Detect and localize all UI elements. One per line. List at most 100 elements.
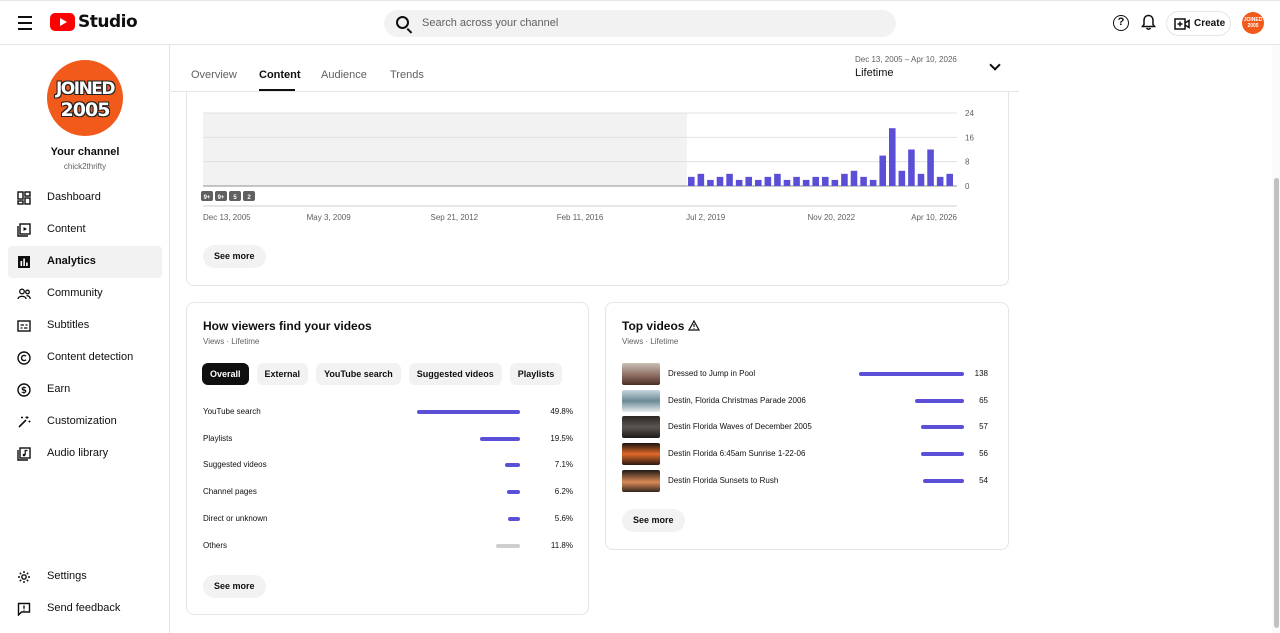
- channel-avatar[interactable]: JOINED 2005: [47, 60, 123, 136]
- video-thumbnail[interactable]: [622, 363, 660, 385]
- see-more-button[interactable]: See more: [203, 245, 266, 268]
- chip-external[interactable]: External: [256, 363, 309, 385]
- search-input[interactable]: Search across your channel: [422, 17, 558, 29]
- see-more-button[interactable]: See more: [203, 575, 266, 598]
- x-tick-label: Jul 2, 2019: [686, 213, 726, 222]
- traffic-source-percent: 6.2%: [554, 487, 573, 497]
- sidebar-item-dashboard[interactable]: Dashboard: [8, 182, 162, 214]
- sidebar-item-audio-library[interactable]: Audio library: [8, 438, 162, 470]
- chip-overall[interactable]: Overall: [202, 363, 249, 385]
- chart-bar: [841, 173, 848, 186]
- create-button[interactable]: Create: [1166, 11, 1231, 36]
- card-subtitle: Views · Lifetime: [622, 337, 679, 346]
- scrollbar-thumb[interactable]: [1274, 178, 1279, 628]
- chart-bar: [755, 179, 762, 186]
- date-range-text[interactable]: Dec 13, 2005 – Apr 10, 2026: [855, 55, 957, 64]
- traffic-source-row[interactable]: Channel pages 6.2%: [203, 485, 573, 499]
- tab-content[interactable]: Content: [259, 69, 301, 81]
- tab-overview[interactable]: Overview: [191, 69, 237, 81]
- traffic-source-row[interactable]: Others 11.8%: [203, 539, 573, 553]
- warning-icon[interactable]: [688, 320, 700, 331]
- traffic-source-bar: [495, 543, 520, 548]
- gear-icon: [18, 571, 30, 583]
- chart-bar: [783, 179, 791, 186]
- sidebar-item-content-detection[interactable]: Content detection: [8, 342, 162, 374]
- traffic-source-bar: [508, 516, 520, 521]
- video-title[interactable]: Destin, Florida Christmas Parade 2006: [668, 396, 806, 405]
- chevron-down-icon[interactable]: [989, 59, 1001, 71]
- traffic-source-label: Others: [203, 540, 228, 550]
- tab-trends[interactable]: Trends: [390, 69, 424, 81]
- traffic-source-row[interactable]: YouTube search 49.8%: [203, 405, 573, 419]
- help-icon[interactable]: ?: [1113, 15, 1129, 31]
- top-video-row[interactable]: Destin Florida Waves of December 2005 57: [622, 416, 988, 439]
- video-views-count: 54: [979, 475, 988, 485]
- video-thumbnail[interactable]: [622, 469, 660, 492]
- traffic-source-label: Direct or unknown: [203, 513, 268, 523]
- content-icon: [17, 223, 31, 237]
- chart-bar: [879, 155, 886, 186]
- video-title[interactable]: Destin Florida Sunsets to Rush: [668, 476, 778, 485]
- studio-logo[interactable]: Studio: [50, 12, 138, 32]
- video-views-bar: [920, 425, 964, 430]
- date-range-label[interactable]: Lifetime: [855, 67, 894, 79]
- top-videos-card: Top videos Views · Lifetime Dressed to J…: [605, 302, 1009, 550]
- search-icon[interactable]: [396, 16, 409, 29]
- traffic-source-row[interactable]: Direct or unknown 5.6%: [203, 512, 573, 526]
- event-marker-label: 9+: [204, 195, 211, 201]
- video-title[interactable]: Destin Florida Waves of December 2005: [668, 422, 812, 431]
- search-bar[interactable]: Search across your channel: [384, 10, 896, 37]
- chip-suggested-videos[interactable]: Suggested videos: [408, 363, 502, 385]
- community-icon: [17, 288, 31, 300]
- traffic-source-row[interactable]: Suggested videos 7.1%: [203, 458, 573, 472]
- tab-audience[interactable]: Audience: [321, 69, 367, 81]
- views-chart-card: 24 16 8 0 9+ 9+ 5 2 Dec 13, 2005 May 3, 2009 Sep 2…: [186, 88, 1009, 286]
- traffic-source-row[interactable]: Playlists 19.5%: [203, 432, 573, 446]
- chart-bar: [898, 170, 906, 186]
- see-more-button[interactable]: See more: [622, 509, 685, 532]
- copyright-icon: [17, 351, 31, 365]
- sidebar-item-community[interactable]: Community: [8, 278, 162, 310]
- account-avatar[interactable]: JOINED 2005: [1242, 12, 1264, 34]
- traffic-source-percent: 7.1%: [554, 460, 573, 470]
- bell-icon[interactable]: [1141, 14, 1156, 31]
- top-video-row[interactable]: Destin Florida 6:45am Sunrise 1-22-06 56: [622, 443, 988, 466]
- chip-playlists[interactable]: Playlists: [509, 363, 563, 385]
- video-title[interactable]: Dressed to Jump in Pool: [668, 369, 755, 378]
- chart-bar: [764, 176, 772, 186]
- video-thumbnail[interactable]: [622, 389, 660, 412]
- video-views-count: 57: [979, 422, 988, 432]
- top-video-row[interactable]: Destin, Florida Christmas Parade 2006 65: [622, 389, 988, 412]
- sidebar-item-subtitles[interactable]: Subtitles: [8, 310, 162, 342]
- chart-bar: [831, 179, 839, 186]
- chip-youtube-search[interactable]: YouTube search: [316, 363, 401, 385]
- sidebar-item-content[interactable]: Content: [8, 214, 162, 246]
- video-thumbnail[interactable]: [622, 443, 660, 466]
- chart-bar: [860, 176, 867, 186]
- chart-bar: [745, 176, 752, 186]
- top-video-row[interactable]: Dressed to Jump in Pool 138: [622, 363, 988, 385]
- top-video-row[interactable]: Destin Florida Sunsets to Rush 54: [622, 469, 988, 492]
- sidebar-item-send-feedback[interactable]: Send feedback: [8, 593, 162, 625]
- chart-bar: [812, 176, 819, 186]
- video-views-count: 56: [979, 449, 988, 459]
- video-thumbnail[interactable]: [622, 416, 660, 439]
- sidebar-item-settings[interactable]: Settings: [8, 561, 162, 593]
- traffic-filter-chips: Overall External YouTube search Suggeste…: [202, 363, 563, 385]
- traffic-source-label: Playlists: [203, 433, 233, 443]
- svg-text:$: $: [21, 386, 27, 396]
- chart-bar: [802, 179, 810, 186]
- chart-bar: [822, 176, 829, 186]
- sidebar-item-label: Subtitles: [47, 319, 90, 331]
- menu-icon[interactable]: [14, 12, 36, 34]
- chart-bar: [869, 179, 877, 186]
- sidebar-item-analytics[interactable]: Analytics: [8, 246, 162, 278]
- sidebar-item-earn[interactable]: $ Earn: [8, 374, 162, 406]
- chart-bar: [793, 176, 800, 186]
- chart-bar: [688, 176, 695, 186]
- sidebar-item-label: Audio library: [47, 447, 109, 459]
- sidebar-item-customization[interactable]: Customization: [8, 406, 162, 438]
- video-title[interactable]: Destin Florida 6:45am Sunrise 1-22-06: [668, 449, 805, 458]
- card-subtitle: Views · Lifetime: [203, 337, 260, 346]
- feedback-icon: [17, 602, 31, 616]
